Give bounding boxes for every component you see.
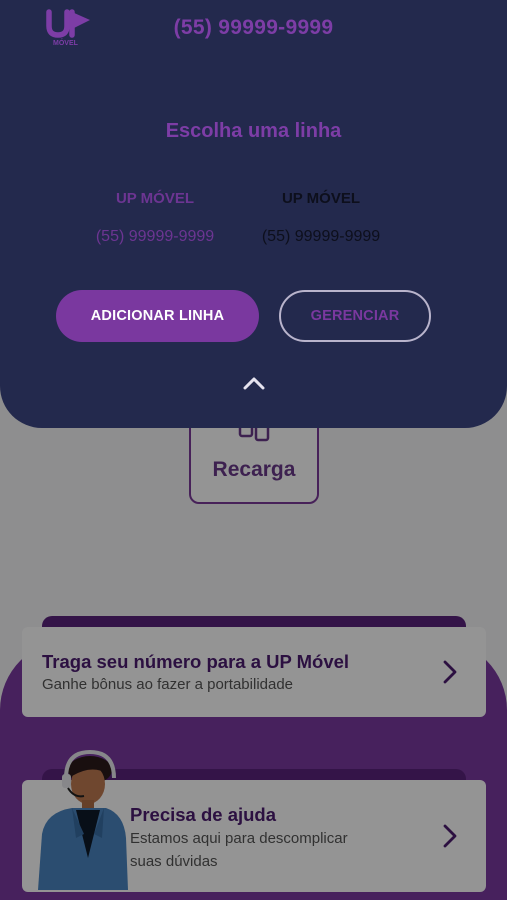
manage-button[interactable]: GERENCIAR	[279, 290, 431, 342]
line-option-name: UP MÓVEL	[115, 190, 195, 207]
add-line-button[interactable]: ADICIONAR LINHA	[56, 290, 259, 342]
line-option-name: UP MÓVEL	[281, 190, 361, 207]
current-line-number[interactable]: (55) 99999-9999	[0, 16, 507, 40]
line-selector-panel: MÓVEL (55) 99999-9999 Escolha uma linha …	[0, 0, 507, 428]
line-option-2[interactable]: UP MÓVEL (55) 99999-9999	[236, 188, 406, 246]
app-screen: Recarga Traga seu número para a UP Móvel…	[0, 0, 507, 900]
chevron-up-icon[interactable]	[241, 374, 267, 392]
line-option-number: (55) 99999-9999	[95, 228, 215, 245]
line-option-1[interactable]: UP MÓVEL (55) 99999-9999	[70, 188, 240, 246]
line-option-number: (55) 99999-9999	[261, 228, 381, 245]
choose-line-title: Escolha uma linha	[165, 120, 342, 142]
